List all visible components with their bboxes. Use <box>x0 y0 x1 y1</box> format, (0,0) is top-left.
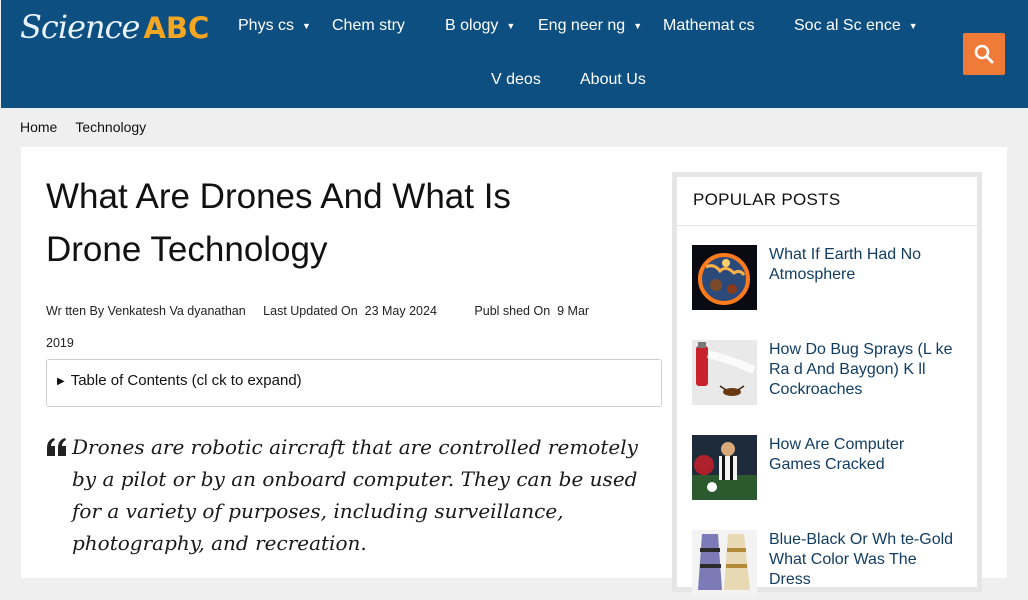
chevron-down-icon: ▼ <box>908 21 918 31</box>
chevron-down-icon: ▼ <box>506 21 516 31</box>
search-button[interactable] <box>963 33 1005 75</box>
breadcrumb-technology[interactable]: Technology <box>75 119 146 135</box>
triangle-right-icon: ▶ <box>57 376 65 387</box>
site-logo[interactable]: Science ABC <box>20 8 209 48</box>
nav-label: Chem stry <box>332 17 405 34</box>
quote-icon <box>47 438 66 456</box>
popular-post-item[interactable]: How Are Computer Games Cracked <box>692 435 962 505</box>
breadcrumb-home[interactable]: Home <box>20 119 57 135</box>
nav-item-chemistry[interactable]: Chem stry <box>332 16 405 36</box>
nav-label: Phys cs <box>238 17 295 35</box>
popular-post-item[interactable]: What If Earth Had No Atmosphere <box>692 245 962 315</box>
earth-burning-image[interactable] <box>692 245 757 310</box>
updated-date: 23 May 2024 <box>364 304 437 318</box>
popular-post-title[interactable]: Blue-Black Or Wh te-Gold What Color Was … <box>769 530 954 590</box>
article-meta: Wr tten By Venkatesh Va dyanathan Last U… <box>46 295 616 359</box>
written-by-label: Wr tten By <box>46 304 105 318</box>
nav-label: B ology <box>445 17 499 35</box>
popular-posts-title: POPULAR POSTS <box>693 190 841 209</box>
popular-post-title[interactable]: How Do Bug Sprays (L ke Ra d And Baygon)… <box>769 340 954 400</box>
article-title: What Are Drones And What Is Drone Techno… <box>46 177 511 269</box>
breadcrumb: Home Technology <box>20 119 164 135</box>
chevron-down-icon: ▼ <box>302 21 311 31</box>
nav-item-mathematics[interactable]: Mathemat cs <box>663 16 755 36</box>
nav-label: Eng neer ng <box>538 17 626 35</box>
nav-item-biology[interactable]: B ology ▼ <box>445 16 515 36</box>
nav-item-physics[interactable]: Phys cs ▼ <box>238 16 311 36</box>
nav-label: About Us <box>580 71 646 88</box>
nav-label: Mathemat cs <box>663 17 755 34</box>
article-summary-quote: Drones are robotic aircraft that are con… <box>72 435 638 555</box>
logo-science: Science <box>20 8 140 46</box>
nav-label: Soc al Sc ence <box>794 17 901 35</box>
table-of-contents-toggle[interactable]: ▶ Table of Contents (cl ck to expand) <box>46 359 662 407</box>
popular-post-title[interactable]: What If Earth Had No Atmosphere <box>769 245 954 285</box>
toc-label: Table of Contents (cl ck to expand) <box>70 372 302 389</box>
popular-post-item[interactable]: Blue-Black Or Wh te-Gold What Color Was … <box>692 530 962 600</box>
author-link[interactable]: Venkatesh Va dyanathan <box>108 304 246 318</box>
dress-image[interactable] <box>692 530 757 595</box>
nav-item-engineering[interactable]: Eng neer ng ▼ <box>538 16 642 36</box>
nav-item-about-us[interactable]: About Us <box>580 70 646 90</box>
updated-label: Last Updated On <box>263 304 358 318</box>
published-label: Publ shed On <box>474 304 551 318</box>
popular-post-title[interactable]: How Are Computer Games Cracked <box>769 435 954 475</box>
bug-spray-image[interactable] <box>692 340 757 405</box>
search-icon <box>974 44 994 64</box>
nav-item-videos[interactable]: V deos <box>491 70 541 90</box>
nav-label: V deos <box>491 71 541 88</box>
popular-post-item[interactable]: How Do Bug Sprays (L ke Ra d And Baygon)… <box>692 340 962 410</box>
football-game-image[interactable] <box>692 435 757 500</box>
logo-abc: ABC <box>143 11 210 45</box>
nav-item-social-science[interactable]: Soc al Sc ence ▼ <box>794 16 918 36</box>
chevron-down-icon: ▼ <box>633 21 643 31</box>
